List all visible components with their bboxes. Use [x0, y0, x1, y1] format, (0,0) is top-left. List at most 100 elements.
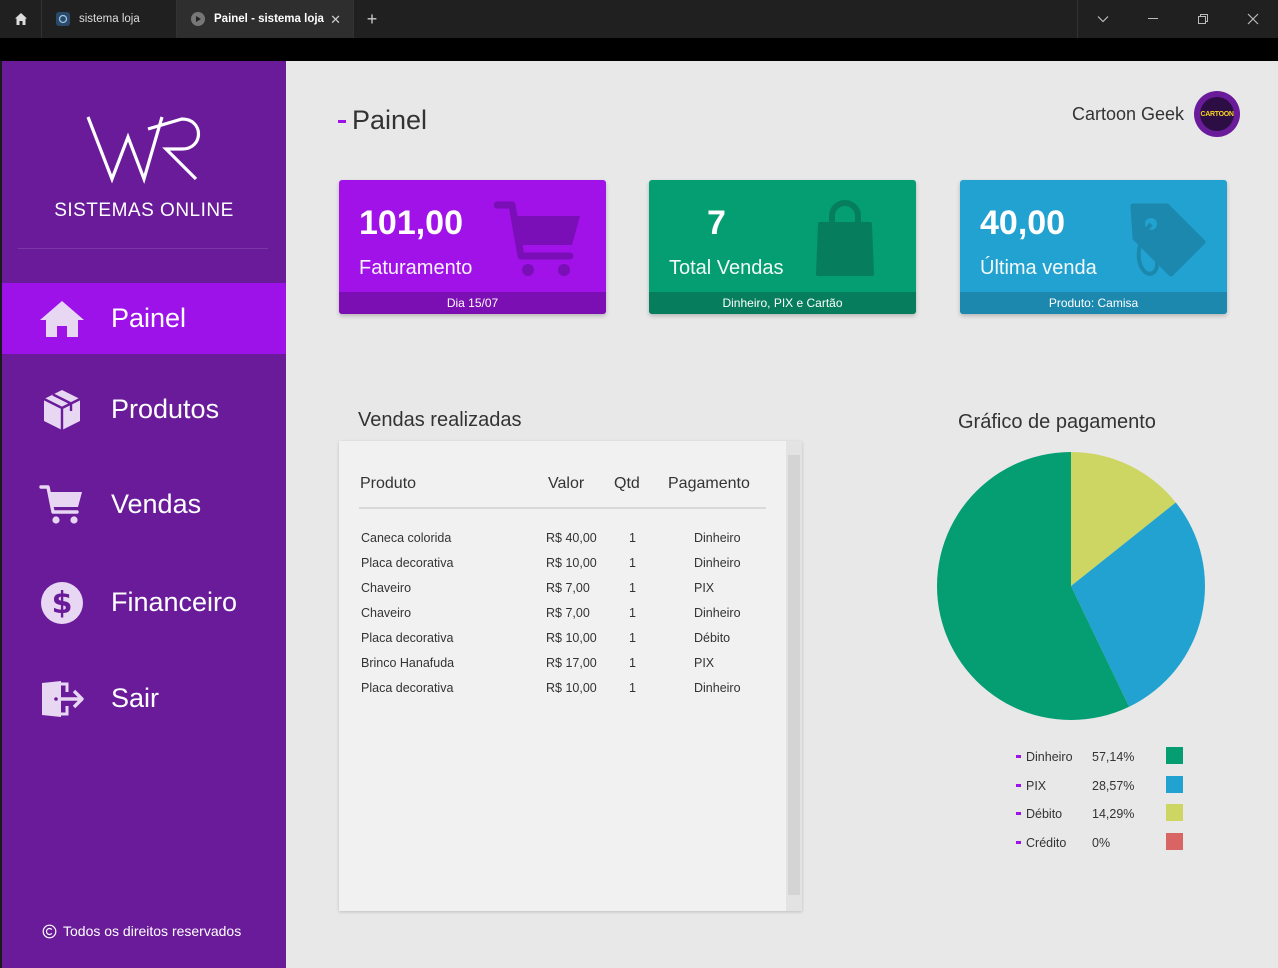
cell-valor: R$ 10,00: [546, 631, 597, 645]
cell-produto: Brinco Hanafuda: [361, 656, 455, 670]
sidebar-item-produtos[interactable]: Produtos: [2, 374, 286, 445]
legend-bullet: [1016, 840, 1021, 844]
legend-bullet: [1016, 812, 1021, 815]
cell-qtd: 1: [629, 606, 636, 620]
app-window: SISTEMAS ONLINE Painel Produtos Vendas $: [0, 61, 1278, 968]
tab-list-button[interactable]: [1078, 0, 1128, 38]
cell-pagamento: Débito: [694, 631, 731, 645]
card-label: Última venda: [980, 257, 1097, 279]
legend-bullet: [1016, 783, 1021, 787]
card-ultima-venda: 40,00 Última venda Produto: Camisa: [960, 180, 1227, 314]
close-tab-icon[interactable]: ✕: [330, 12, 341, 28]
new-tab-button[interactable]: +: [354, 0, 390, 38]
legend-label: Crédito: [1026, 835, 1067, 850]
legend-bullet: [1016, 755, 1021, 758]
table-row[interactable]: Placa decorativa R$ 10,00 1 Dinheiro: [339, 676, 779, 701]
cell-valor: R$ 10,00: [546, 681, 597, 695]
close-icon: [1247, 13, 1259, 25]
exit-icon: [38, 675, 86, 723]
table-row[interactable]: Caneca colorida R$ 40,00 1 Dinheiro: [339, 526, 779, 551]
legend-item: Dinheiro 57,14%: [1016, 747, 1186, 767]
play-icon: [191, 12, 205, 26]
sales-table: Produto Valor Qtd Pagamento Caneca color…: [339, 441, 802, 911]
column-header-pagamento[interactable]: Pagamento: [668, 475, 750, 493]
cell-produto: Chaveiro: [361, 581, 412, 595]
tab-painel[interactable]: Painel - sistema loja ✕: [177, 0, 354, 38]
avatar-logo: CARTOON: [1200, 97, 1235, 131]
legend-label: Débito: [1026, 807, 1063, 821]
brand-name: SISTEMAS ONLINE: [54, 200, 234, 221]
copyright: Todos os direitos reservados: [42, 923, 241, 939]
copyright-text: Todos os direitos reservados: [63, 923, 242, 939]
sidebar: SISTEMAS ONLINE Painel Produtos Vendas $: [0, 61, 286, 968]
table-row[interactable]: Placa decorativa R$ 10,00 1 Débito: [339, 626, 779, 651]
tab-label: Painel - sistema loja: [214, 13, 324, 25]
close-window-button[interactable]: [1228, 0, 1278, 38]
card-footer: Dia 15/07: [339, 292, 606, 314]
payment-pie-chart: [937, 452, 1205, 720]
cart-icon: [493, 200, 584, 283]
box-icon: [38, 386, 86, 434]
card-value: 40,00: [980, 204, 1066, 242]
sidebar-item-financeiro[interactable]: $ Financeiro: [2, 567, 286, 638]
copyright-icon: [42, 924, 57, 938]
cell-valor: R$ 17,00: [546, 656, 597, 670]
legend-percent: 14,29%: [1092, 807, 1135, 821]
card-total-vendas: 7 Total Vendas Dinheiro, PIX e Cartão: [649, 180, 916, 314]
sidebar-item-label: Sair: [111, 683, 160, 713]
user-profile[interactable]: Cartoon Geek CARTOON: [1072, 91, 1241, 137]
title-marker: [338, 120, 346, 123]
column-header-produto[interactable]: Produto: [360, 475, 416, 493]
legend-label: Dinheiro: [1026, 750, 1073, 764]
legend-percent: 0%: [1092, 835, 1111, 850]
card-footer: Dinheiro, PIX e Cartão: [649, 292, 916, 314]
table-scrollbar[interactable]: [786, 441, 802, 911]
sidebar-item-label: Produtos: [111, 394, 220, 424]
scrollbar-thumb[interactable]: [788, 455, 800, 895]
card-faturamento: 101,00 Faturamento Dia 15/07: [339, 180, 606, 314]
column-header-qtd[interactable]: Qtd: [614, 475, 640, 493]
legend-item: PIX 28,57%: [1016, 775, 1186, 796]
legend-swatch: [1166, 747, 1183, 764]
table-row[interactable]: Placa decorativa R$ 10,00 1 Dinheiro: [339, 551, 779, 576]
table-row[interactable]: Chaveiro R$ 7,00 1 PIX: [339, 576, 779, 601]
cell-valor: R$ 10,00: [546, 556, 597, 570]
page-title: Painel: [338, 105, 427, 136]
cart-icon: [38, 481, 86, 529]
cell-produto: Placa decorativa: [361, 556, 454, 570]
cell-produto: Placa decorativa: [361, 681, 454, 695]
legend-percent: 28,57%: [1092, 778, 1135, 793]
card-label: Faturamento: [359, 257, 473, 279]
chevron-down-icon: [1097, 16, 1109, 23]
cell-qtd: 1: [629, 656, 636, 670]
cell-pagamento: PIX: [694, 581, 715, 595]
avatar[interactable]: CARTOON: [1194, 91, 1241, 137]
cell-qtd: 1: [629, 631, 636, 645]
minimize-button[interactable]: [1128, 0, 1178, 38]
legend-swatch: [1166, 832, 1183, 850]
home-button[interactable]: [0, 0, 42, 38]
divider: [18, 248, 268, 249]
cell-valor: R$ 7,00: [546, 581, 590, 595]
cell-qtd: 1: [629, 556, 636, 570]
cell-qtd: 1: [629, 581, 636, 595]
card-value: 7: [707, 204, 726, 242]
sidebar-item-painel[interactable]: Painel: [2, 283, 286, 354]
minimize-icon: [1148, 18, 1158, 19]
sidebar-item-vendas[interactable]: Vendas: [2, 469, 286, 540]
svg-text:$: $: [52, 586, 73, 621]
legend-swatch: [1166, 775, 1183, 793]
price-tag-icon: [1127, 200, 1207, 285]
sidebar-item-sair[interactable]: Sair: [2, 663, 286, 734]
cell-pagamento: Dinheiro: [694, 606, 741, 620]
tab-sistema-loja[interactable]: sistema loja: [42, 0, 177, 38]
table-row[interactable]: Brinco Hanafuda R$ 17,00 1 PIX: [339, 651, 779, 676]
table-row[interactable]: Chaveiro R$ 7,00 1 Dinheiro: [339, 601, 779, 626]
app-favicon-icon: [56, 12, 70, 26]
restore-button[interactable]: [1178, 0, 1228, 38]
toolbar-strip: [0, 38, 1278, 61]
cell-pagamento: Dinheiro: [694, 531, 741, 545]
cell-pagamento: PIX: [694, 656, 715, 670]
header-divider: [359, 507, 766, 509]
column-header-valor[interactable]: Valor: [548, 475, 584, 493]
